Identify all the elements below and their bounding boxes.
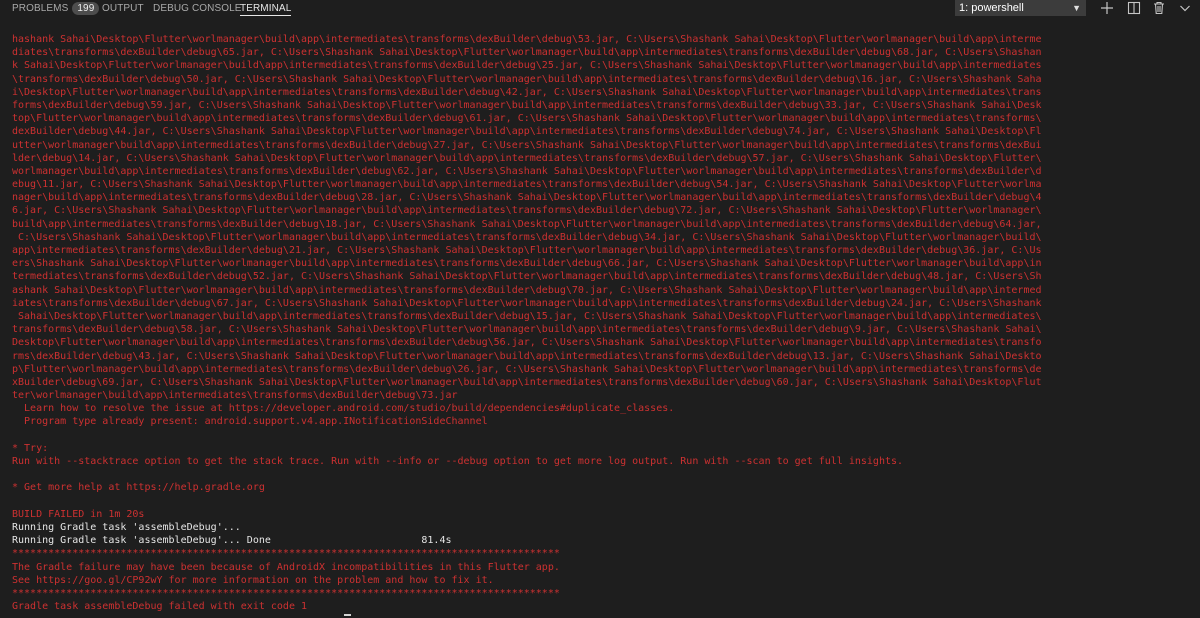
terminal-line: Learn how to resolve the issue at https:…: [12, 403, 675, 415]
terminal-line: top\Flutter\worlmanager\build\app\interm…: [12, 113, 1042, 125]
terminal-line: ter\worlmanager\build\app\intermediates\…: [12, 390, 458, 402]
terminal-line: termediates\transforms\dexBuilder\debug\…: [12, 271, 1042, 283]
terminal-line: dexBuilder\debug\44.jar, C:\Users\Shasha…: [12, 126, 1042, 138]
tab-terminal-label: TERMINAL: [240, 3, 292, 14]
terminal-line: See https://goo.gl/CP92wY for more infor…: [12, 574, 494, 586]
terminal-select[interactable]: 1: powershell ▼: [955, 0, 1086, 16]
terminal-line: forms\dexBuilder\debug\59.jar, C:\Users\…: [12, 99, 1042, 111]
terminal-line: xBuilder\debug\69.jar, C:\Users\Shashank…: [12, 376, 1042, 388]
add-icon[interactable]: [1099, 0, 1115, 16]
terminal-line: hashank Sahai\Desktop\Flutter\worlmanage…: [12, 34, 1042, 45]
terminal-line: Desktop\Flutter\worlmanager\build\app\in…: [12, 337, 1042, 349]
terminal-line: utter\worlmanager\build\app\intermediate…: [12, 139, 1042, 151]
split-icon[interactable]: [1126, 0, 1142, 16]
terminal-line: The Gradle failure may have been because…: [12, 561, 560, 573]
terminal-line: Gradle task assembleDebug failed with ex…: [12, 601, 308, 613]
panel-tab-bar: PROBLEMS 199 OUTPUT DEBUG CONSOLE TERMINA…: [0, 0, 1200, 20]
terminal-line: build\app\intermediates\transforms\dexBu…: [12, 218, 1042, 230]
chevron-down-icon[interactable]: [1177, 0, 1193, 16]
problems-count-badge: 199: [72, 2, 100, 15]
terminal-line: * Get more help at https://help.gradle.o…: [12, 482, 265, 494]
terminal-line: Run with --stacktrace option to get the …: [12, 456, 904, 467]
tab-debug-console-label: DEBUG CONSOLE: [153, 3, 242, 14]
terminal-line: k Sahai\Desktop\Flutter\worlmanager\buil…: [12, 60, 1042, 72]
tab-output-label: OUTPUT: [102, 3, 144, 14]
terminal-line: iates\transforms\dexBuilder\debug\67.jar…: [12, 297, 1042, 309]
terminal-line: ****************************************…: [12, 548, 560, 560]
trash-icon[interactable]: [1151, 0, 1167, 16]
tab-debug-console[interactable]: DEBUG CONSOLE: [153, 0, 242, 20]
terminal-line: diates\transforms\dexBuilder\debug\65.ja…: [12, 47, 1042, 59]
terminal-line: lder\debug\14.jar, C:\Users\Shashank Sah…: [12, 152, 1042, 164]
terminal-line: worlmanager\build\app\intermediates\tran…: [12, 165, 1042, 177]
terminal-line: ****************************************…: [12, 587, 560, 599]
terminal-line: 6.jar, C:\Users\Shashank Sahai\Desktop\F…: [12, 205, 1042, 217]
terminal-line: ers\Shashank Sahai\Desktop\Flutter\worlm…: [12, 258, 1042, 270]
terminal-line: \transforms\dexBuilder\debug\50.jar, C:\…: [12, 73, 1042, 85]
terminal-select-value: 1: powershell: [959, 2, 1024, 14]
tab-output[interactable]: OUTPUT: [102, 0, 144, 20]
terminal-output[interactable]: hashank Sahai\Desktop\Flutter\worlmanage…: [12, 33, 1192, 613]
terminal-line: Program type already present: android.su…: [12, 416, 488, 428]
tab-problems[interactable]: PROBLEMS 199: [12, 0, 100, 20]
terminal-line: Running Gradle task 'assembleDebug'...: [12, 521, 241, 533]
terminal-line: * Try:: [12, 442, 49, 454]
tab-problems-label: PROBLEMS: [12, 3, 69, 14]
select-chevron-icon: ▼: [1072, 3, 1081, 13]
terminal-line: app\intermediates\transforms\dexBuilder\…: [12, 245, 1042, 256]
terminal-line: Running Gradle task 'assembleDebug'... D…: [12, 535, 452, 547]
terminal-line: transforms\dexBuilder\debug\58.jar, C:\U…: [12, 324, 1042, 336]
terminal-line: i\Desktop\Flutter\worlmanager\build\app\…: [12, 86, 1042, 98]
terminal-cursor: [344, 614, 351, 616]
terminal-line: p\Flutter\worlmanager\build\app\intermed…: [12, 363, 1042, 375]
terminal-line: BUILD FAILED in 1m 20s: [12, 508, 145, 520]
terminal-line: ashank Sahai\Desktop\Flutter\worlmanager…: [12, 284, 1042, 296]
terminal-line: ebug\11.jar, C:\Users\Shashank Sahai\Des…: [12, 179, 1042, 191]
terminal-line: rms\dexBuilder\debug\43.jar, C:\Users\Sh…: [12, 350, 1042, 362]
terminal-line: C:\Users\Shashank Sahai\Desktop\Flutter\…: [12, 231, 1042, 243]
terminal-line: Sahai\Desktop\Flutter\worlmanager\build\…: [12, 310, 1042, 322]
tab-terminal[interactable]: TERMINAL: [240, 0, 292, 16]
terminal-line: nager\build\app\intermediates\transforms…: [12, 192, 1042, 204]
